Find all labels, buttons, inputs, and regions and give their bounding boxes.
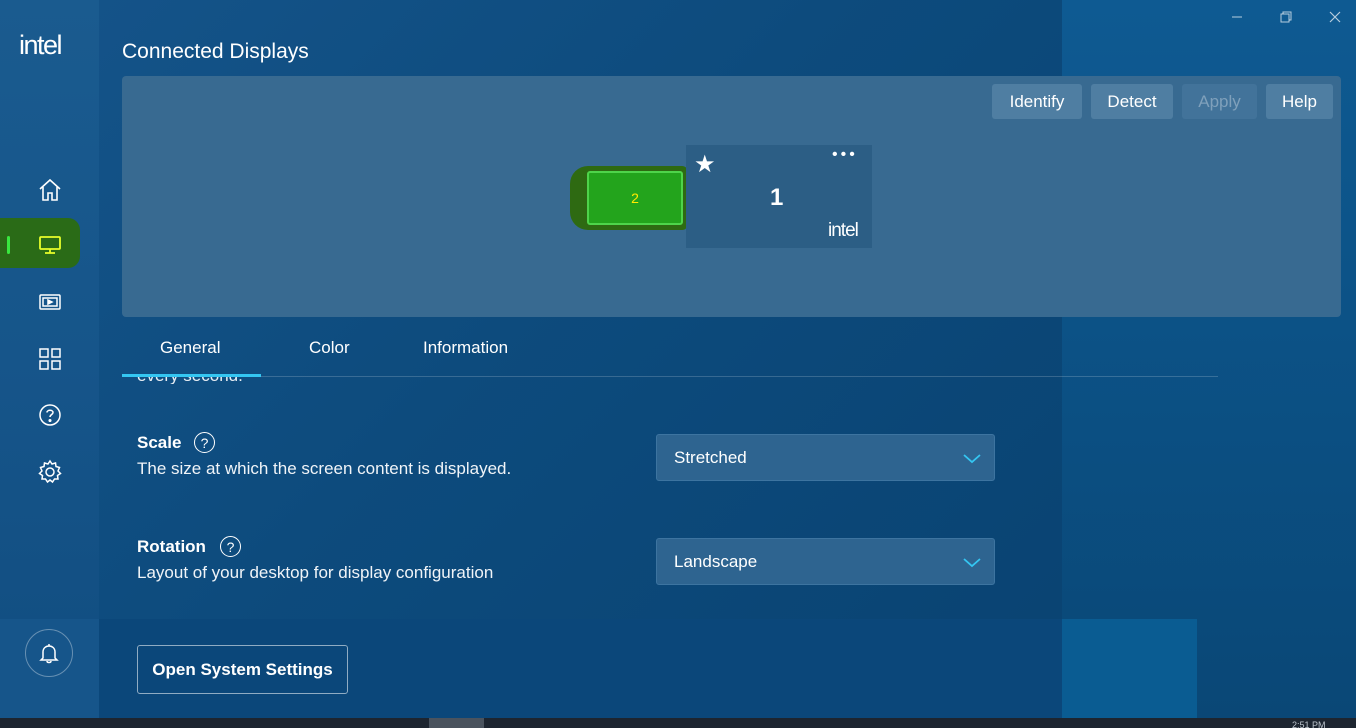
display-1-number: 1: [770, 184, 784, 211]
rotation-title: Rotation: [137, 537, 206, 556]
rotation-help-icon[interactable]: ?: [220, 536, 241, 557]
rotation-description: Layout of your desktop for display confi…: [137, 563, 494, 582]
intel-logo: intel: [19, 30, 63, 60]
scale-dropdown[interactable]: Stretched: [656, 434, 995, 481]
restore-icon[interactable]: [1275, 8, 1297, 26]
help-button[interactable]: Help: [1266, 84, 1333, 119]
right-accent-square: [1062, 619, 1197, 718]
display-1-more-icon[interactable]: •••: [832, 146, 858, 164]
rotation-dropdown[interactable]: Landscape: [656, 538, 995, 585]
page-title: Connected Displays: [122, 40, 309, 63]
identify-button[interactable]: Identify: [992, 84, 1082, 119]
taskbar: [0, 718, 1356, 728]
gear-icon[interactable]: [37, 459, 63, 485]
rotation-value: Landscape: [674, 551, 758, 571]
chevron-down-icon: [963, 558, 981, 568]
scale-title: Scale: [137, 433, 182, 452]
bell-icon: [39, 644, 59, 664]
display-1-brand: intel: [828, 220, 859, 241]
grid-icon[interactable]: [37, 346, 63, 372]
notifications-button[interactable]: [25, 629, 73, 677]
minimize-icon[interactable]: [1226, 8, 1248, 26]
display-2-number: 2: [631, 190, 639, 206]
tab-active-underline: [122, 374, 261, 377]
tab-color[interactable]: Color: [309, 338, 350, 358]
tab-general[interactable]: General: [160, 338, 220, 358]
close-icon[interactable]: [1324, 8, 1346, 26]
nav-active-indicator: [7, 236, 10, 254]
taskbar-app[interactable]: [429, 718, 484, 728]
taskbar-time: 2:51 PM: [1292, 720, 1326, 728]
tab-information[interactable]: Information: [423, 338, 508, 358]
help-icon[interactable]: [37, 402, 63, 428]
video-icon[interactable]: [37, 289, 63, 315]
apply-button[interactable]: Apply: [1182, 84, 1257, 119]
detect-button[interactable]: Detect: [1091, 84, 1173, 119]
scale-value: Stretched: [674, 447, 747, 467]
home-icon[interactable]: [37, 177, 63, 203]
scale-help-icon[interactable]: ?: [194, 432, 215, 453]
primary-star-icon: ★: [694, 151, 716, 178]
monitor-icon[interactable]: [37, 232, 63, 258]
tab-divider: [122, 376, 1218, 377]
chevron-down-icon: [963, 454, 981, 464]
display-2-tile[interactable]: 2: [587, 171, 683, 225]
open-system-settings-button[interactable]: Open System Settings: [137, 645, 348, 694]
scale-description: The size at which the screen content is …: [137, 459, 512, 478]
